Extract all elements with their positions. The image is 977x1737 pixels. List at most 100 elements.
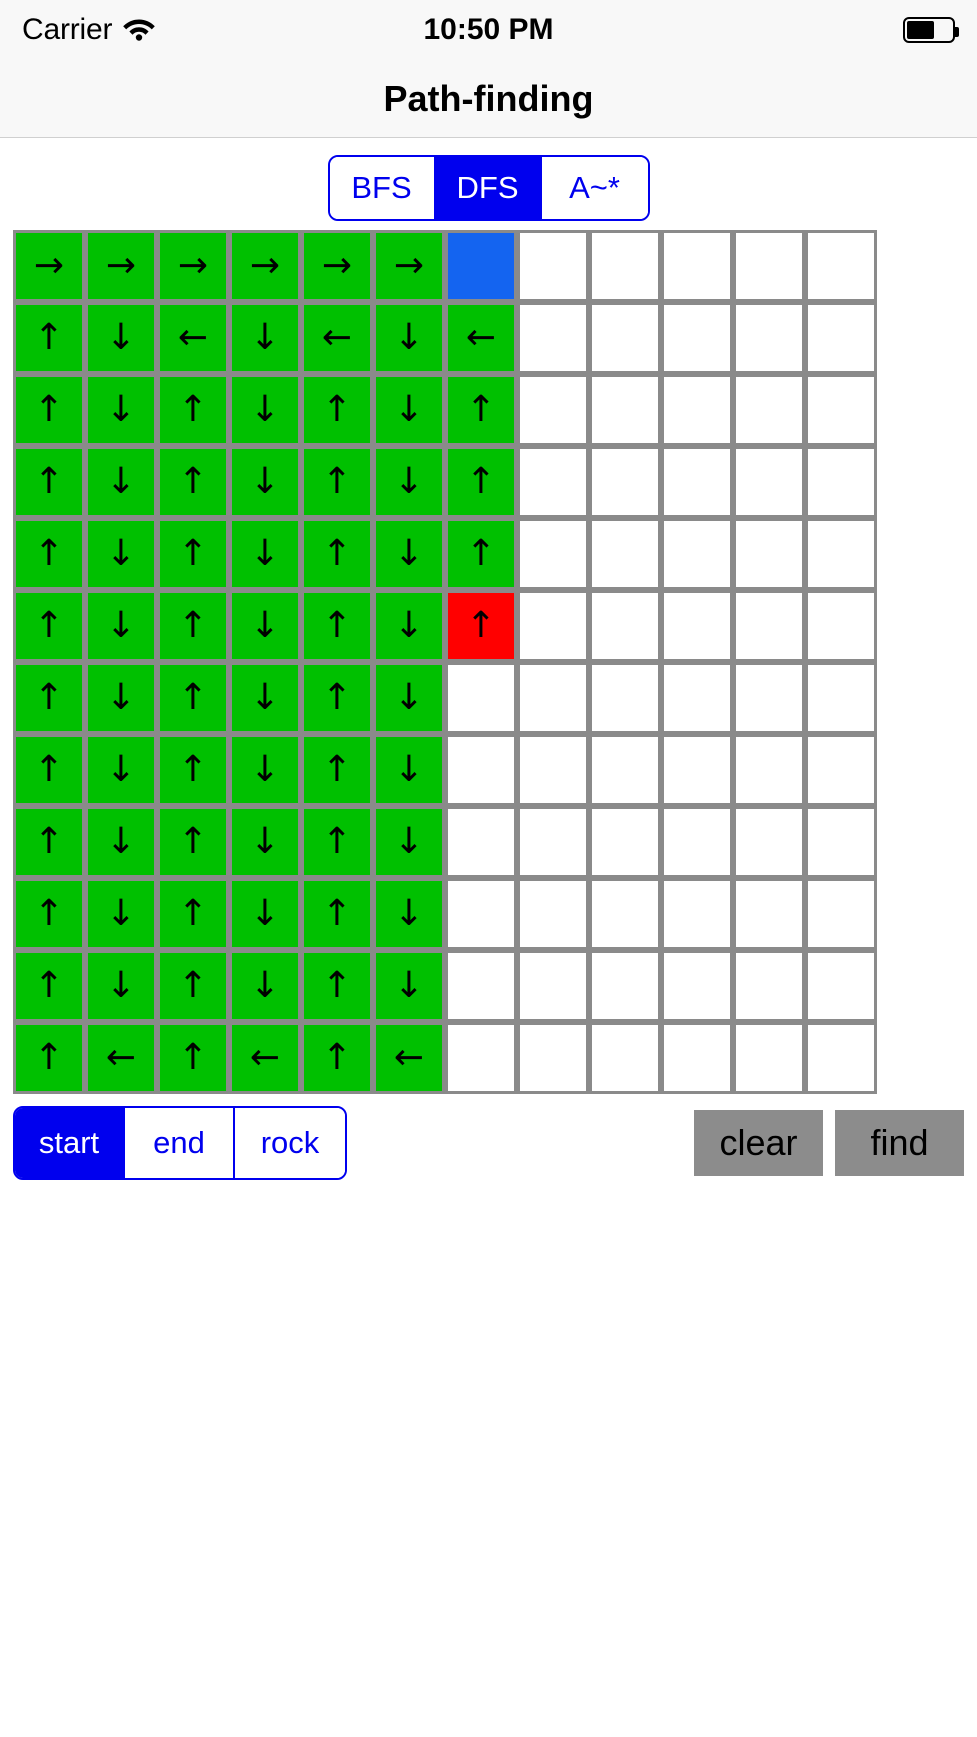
grid-cell-10-2[interactable]: ↑ [157,950,229,1022]
grid-cell-8-10[interactable] [733,806,805,878]
grid-cell-4-0[interactable]: ↑ [13,518,85,590]
grid-cell-6-10[interactable] [733,662,805,734]
grid-cell-4-3[interactable]: ↓ [229,518,301,590]
grid-cell-2-0[interactable]: ↑ [13,374,85,446]
grid-cell-4-8[interactable] [589,518,661,590]
grid-cell-6-11[interactable] [805,662,877,734]
grid-cell-1-9[interactable] [661,302,733,374]
tool-option-end[interactable]: end [125,1108,235,1178]
algorithm-option-dfs[interactable]: DFS [435,157,542,219]
grid-cell-5-7[interactable] [517,590,589,662]
grid-cell-7-5[interactable]: ↓ [373,734,445,806]
grid-cell-3-2[interactable]: ↑ [157,446,229,518]
grid-cell-7-0[interactable]: ↑ [13,734,85,806]
grid-cell-10-8[interactable] [589,950,661,1022]
grid-cell-3-7[interactable] [517,446,589,518]
grid-cell-11-10[interactable] [733,1022,805,1094]
grid-cell-9-2[interactable]: ↑ [157,878,229,950]
grid-cell-2-9[interactable] [661,374,733,446]
grid-cell-4-10[interactable] [733,518,805,590]
grid-cell-8-7[interactable] [517,806,589,878]
grid-cell-10-4[interactable]: ↑ [301,950,373,1022]
grid-cell-6-7[interactable] [517,662,589,734]
grid-cell-6-4[interactable]: ↑ [301,662,373,734]
grid-cell-9-4[interactable]: ↑ [301,878,373,950]
grid-cell-7-4[interactable]: ↑ [301,734,373,806]
grid-cell-0-10[interactable] [733,230,805,302]
grid-cell-7-3[interactable]: ↓ [229,734,301,806]
grid-cell-5-10[interactable] [733,590,805,662]
grid-cell-1-2[interactable]: ← [157,302,229,374]
grid-cell-6-9[interactable] [661,662,733,734]
grid-cell-0-1[interactable]: → [85,230,157,302]
grid-cell-5-4[interactable]: ↑ [301,590,373,662]
grid-cell-6-8[interactable] [589,662,661,734]
grid-cell-3-1[interactable]: ↓ [85,446,157,518]
grid-cell-3-0[interactable]: ↑ [13,446,85,518]
grid-cell-2-3[interactable]: ↓ [229,374,301,446]
grid-cell-6-6[interactable] [445,662,517,734]
grid-cell-6-5[interactable]: ↓ [373,662,445,734]
grid-cell-3-9[interactable] [661,446,733,518]
grid-cell-3-5[interactable]: ↓ [373,446,445,518]
grid-cell-10-6[interactable] [445,950,517,1022]
grid-cell-11-11[interactable] [805,1022,877,1094]
grid-cell-2-4[interactable]: ↑ [301,374,373,446]
grid-cell-11-6[interactable] [445,1022,517,1094]
grid-cell-9-0[interactable]: ↑ [13,878,85,950]
grid-cell-7-2[interactable]: ↑ [157,734,229,806]
grid-cell-11-0[interactable]: ↑ [13,1022,85,1094]
grid-cell-8-2[interactable]: ↑ [157,806,229,878]
grid-cell-11-9[interactable] [661,1022,733,1094]
grid-cell-7-10[interactable] [733,734,805,806]
algorithm-option-a[interactable]: A~* [541,157,648,219]
grid-cell-11-5[interactable]: ← [373,1022,445,1094]
grid-cell-4-11[interactable] [805,518,877,590]
grid-cell-8-0[interactable]: ↑ [13,806,85,878]
grid-cell-9-5[interactable]: ↓ [373,878,445,950]
grid-cell-8-9[interactable] [661,806,733,878]
grid-cell-2-7[interactable] [517,374,589,446]
grid-cell-0-5[interactable]: → [373,230,445,302]
grid-cell-5-3[interactable]: ↓ [229,590,301,662]
grid-cell-3-10[interactable] [733,446,805,518]
grid-cell-2-10[interactable] [733,374,805,446]
grid-cell-9-7[interactable] [517,878,589,950]
grid-cell-7-1[interactable]: ↓ [85,734,157,806]
grid-cell-5-8[interactable] [589,590,661,662]
grid-cell-0-7[interactable] [517,230,589,302]
grid-cell-4-1[interactable]: ↓ [85,518,157,590]
grid-cell-10-9[interactable] [661,950,733,1022]
grid-cell-10-1[interactable]: ↓ [85,950,157,1022]
find-button[interactable]: find [835,1110,964,1176]
grid-cell-5-2[interactable]: ↑ [157,590,229,662]
grid-cell-1-1[interactable]: ↓ [85,302,157,374]
clear-button[interactable]: clear [694,1110,823,1176]
grid-cell-4-5[interactable]: ↓ [373,518,445,590]
grid-cell-11-7[interactable] [517,1022,589,1094]
grid-cell-3-11[interactable] [805,446,877,518]
grid-cell-4-4[interactable]: ↑ [301,518,373,590]
grid-cell-10-10[interactable] [733,950,805,1022]
grid-cell-2-5[interactable]: ↓ [373,374,445,446]
grid-cell-1-10[interactable] [733,302,805,374]
grid-cell-8-6[interactable] [445,806,517,878]
grid-cell-11-3[interactable]: ← [229,1022,301,1094]
grid-cell-11-4[interactable]: ↑ [301,1022,373,1094]
grid-cell-7-8[interactable] [589,734,661,806]
grid-cell-1-6[interactable]: ← [445,302,517,374]
grid-cell-0-11[interactable] [805,230,877,302]
grid-cell-0-8[interactable] [589,230,661,302]
grid-cell-9-6[interactable] [445,878,517,950]
grid-cell-4-6[interactable]: ↑ [445,518,517,590]
grid-cell-2-1[interactable]: ↓ [85,374,157,446]
grid-cell-2-11[interactable] [805,374,877,446]
grid-cell-9-9[interactable] [661,878,733,950]
grid-cell-10-5[interactable]: ↓ [373,950,445,1022]
grid-cell-8-4[interactable]: ↑ [301,806,373,878]
grid-cell-7-9[interactable] [661,734,733,806]
grid-cell-8-3[interactable]: ↓ [229,806,301,878]
grid-cell-2-2[interactable]: ↑ [157,374,229,446]
grid-cell-0-9[interactable] [661,230,733,302]
grid-cell-7-7[interactable] [517,734,589,806]
